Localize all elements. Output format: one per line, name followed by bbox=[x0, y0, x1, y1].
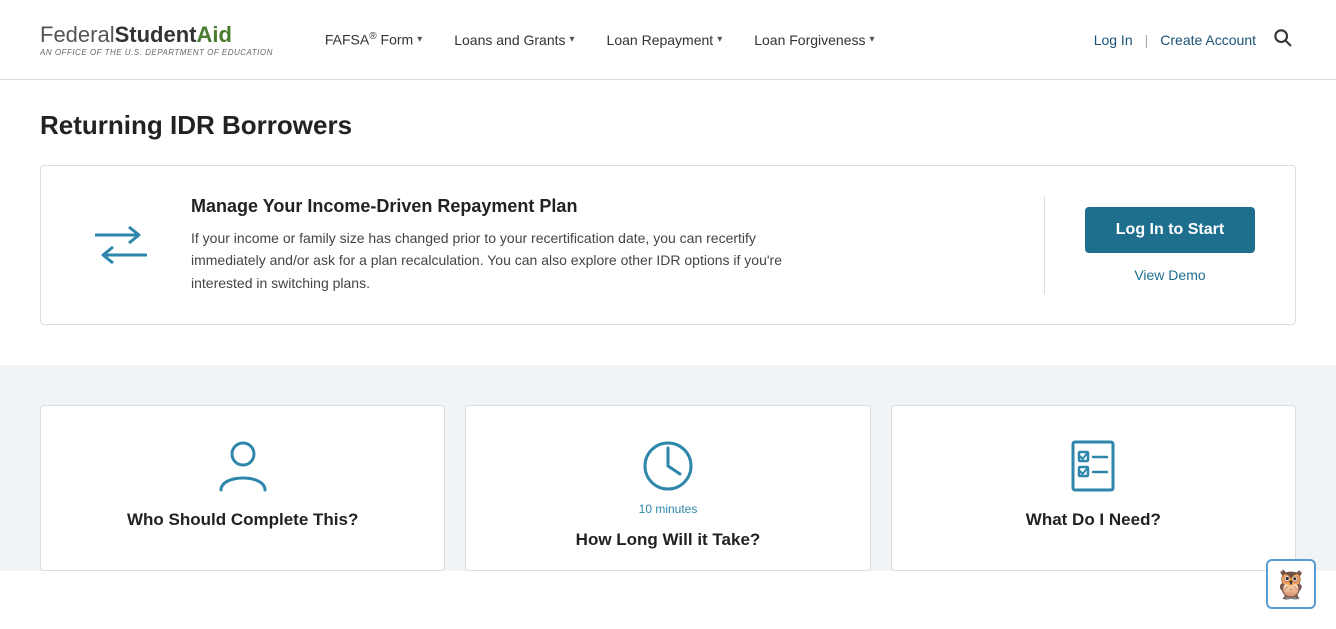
person-icon bbox=[213, 436, 273, 496]
nav-fafsa[interactable]: FAFSA® Form ▾ bbox=[313, 23, 434, 56]
logo-student: Student bbox=[115, 22, 197, 47]
idr-title: Manage Your Income-Driven Repayment Plan bbox=[191, 196, 1004, 217]
search-button[interactable] bbox=[1268, 23, 1296, 56]
who-complete-title: Who Should Complete This? bbox=[127, 510, 358, 530]
header-divider: | bbox=[1145, 32, 1149, 48]
checklist-icon bbox=[1063, 436, 1123, 496]
nav-loan-forgiveness[interactable]: Loan Forgiveness ▾ bbox=[742, 24, 886, 56]
who-should-complete-card: Who Should Complete This? bbox=[40, 405, 445, 571]
clock-icon bbox=[638, 436, 698, 496]
what-need-title: What Do I Need? bbox=[1026, 510, 1161, 530]
header-actions: Log In | Create Account bbox=[1094, 23, 1296, 56]
how-long-card: 10 minutes How Long Will it Take? bbox=[465, 405, 870, 571]
log-in-to-start-button[interactable]: Log In to Start bbox=[1085, 207, 1255, 253]
chat-owl-icon: 🦉 bbox=[1274, 568, 1309, 601]
search-icon bbox=[1272, 27, 1292, 47]
loans-grants-label: Loans and Grants bbox=[454, 32, 565, 48]
main-content: Returning IDR Borrowers Manage Your Inco… bbox=[0, 80, 1336, 325]
nav-loans-grants[interactable]: Loans and Grants ▾ bbox=[442, 24, 586, 56]
loan-repayment-label: Loan Repayment bbox=[607, 32, 714, 48]
info-cards-section: Who Should Complete This? 10 minutes How… bbox=[0, 365, 1336, 571]
idr-divider bbox=[1044, 196, 1045, 294]
time-subtitle: 10 minutes bbox=[639, 502, 698, 516]
fafsa-label: FAFSA® Form bbox=[325, 31, 413, 48]
login-link[interactable]: Log In bbox=[1094, 32, 1133, 48]
site-header: FederalStudentAid An Office of the U.S. … bbox=[0, 0, 1336, 80]
how-long-title: How Long Will it Take? bbox=[576, 530, 761, 550]
logo-federal: Federal bbox=[40, 22, 115, 47]
view-demo-link[interactable]: View Demo bbox=[1134, 267, 1205, 283]
main-nav: FAFSA® Form ▾ Loans and Grants ▾ Loan Re… bbox=[313, 23, 1094, 56]
page-title: Returning IDR Borrowers bbox=[40, 110, 1296, 141]
logo[interactable]: FederalStudentAid An Office of the U.S. … bbox=[40, 22, 273, 57]
transfer-arrows-icon bbox=[91, 220, 151, 270]
loan-forgiveness-label: Loan Forgiveness bbox=[754, 32, 865, 48]
logo-aid: Aid bbox=[196, 22, 231, 47]
idr-arrows-icon bbox=[81, 220, 161, 270]
idr-card: Manage Your Income-Driven Repayment Plan… bbox=[40, 165, 1296, 325]
create-account-link[interactable]: Create Account bbox=[1160, 32, 1256, 48]
loan-repayment-chevron-icon: ▾ bbox=[717, 34, 722, 45]
chat-widget[interactable]: 🦉 bbox=[1266, 559, 1316, 609]
logo-subtitle: An Office of the U.S. Department of Educ… bbox=[40, 48, 273, 57]
fafsa-chevron-icon: ▾ bbox=[417, 34, 422, 45]
idr-actions: Log In to Start View Demo bbox=[1085, 207, 1255, 283]
idr-description: If your income or family size has change… bbox=[191, 227, 811, 294]
loan-forgiveness-chevron-icon: ▾ bbox=[870, 34, 875, 45]
idr-content: Manage Your Income-Driven Repayment Plan… bbox=[191, 196, 1004, 294]
loans-grants-chevron-icon: ▾ bbox=[570, 34, 575, 45]
nav-loan-repayment[interactable]: Loan Repayment ▾ bbox=[595, 24, 735, 56]
what-do-i-need-card: What Do I Need? bbox=[891, 405, 1296, 571]
